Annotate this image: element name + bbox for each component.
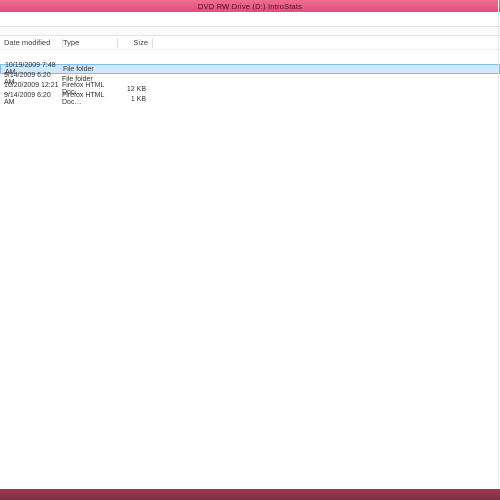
cell-date: 9/14/2009 6:20 AM bbox=[4, 92, 62, 106]
right-divider bbox=[498, 0, 499, 489]
taskbar[interactable] bbox=[0, 489, 500, 500]
toolbar-band bbox=[0, 26, 500, 36]
cell-type: File folder bbox=[63, 66, 117, 73]
file-list: 10/19/2009 7:48 AM File folder 9/14/2009… bbox=[0, 50, 500, 104]
window-titlebar[interactable]: DVD RW Drive (D:) IntroStats bbox=[0, 0, 500, 12]
window-title: DVD RW Drive (D:) IntroStats bbox=[198, 2, 302, 11]
cell-size: 12 KB bbox=[116, 86, 150, 93]
table-row[interactable]: 10/19/2009 7:48 AM File folder bbox=[0, 64, 500, 74]
column-header-date[interactable]: Date modified bbox=[4, 38, 62, 47]
table-row[interactable]: 9/14/2009 6:20 AM Firefox HTML Doc… 1 KB bbox=[0, 94, 500, 104]
column-separator bbox=[152, 38, 153, 48]
column-header-type[interactable]: Type bbox=[63, 38, 117, 47]
column-headers: Date modified Type Size bbox=[0, 36, 500, 50]
toolbar-spacer bbox=[0, 12, 500, 26]
cell-type: Firefox HTML Doc… bbox=[62, 92, 116, 106]
column-header-size[interactable]: Size bbox=[118, 38, 152, 47]
cell-size: 1 KB bbox=[116, 96, 150, 103]
